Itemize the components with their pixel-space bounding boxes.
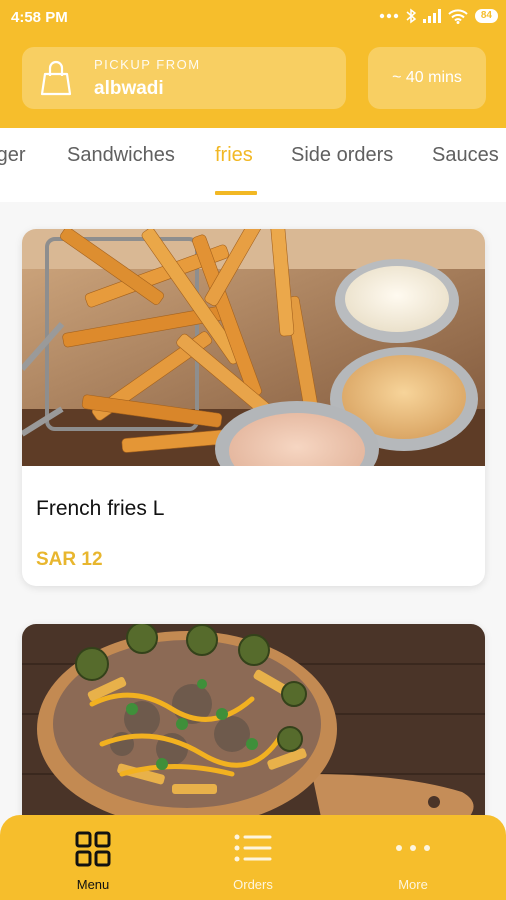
status-bar: 4:58 PM 84: [0, 0, 506, 36]
pickup-selector[interactable]: PICKUP FROM albwadi: [22, 47, 346, 109]
nav-label: Menu: [76, 877, 110, 892]
nav-label: Orders: [233, 877, 273, 892]
pickup-label: PICKUP FROM: [94, 57, 201, 72]
signal-icon: [422, 9, 441, 23]
product-card[interactable]: French fries L SAR 12: [22, 229, 485, 586]
wifi-icon: [448, 8, 468, 24]
nav-label: More: [398, 877, 428, 892]
product-image: [22, 624, 485, 834]
tab-sandwiches[interactable]: Sandwiches: [67, 144, 175, 167]
product-name: French fries L: [36, 497, 165, 520]
nav-more[interactable]: More: [329, 815, 497, 900]
eta-label: ~ 40 mins: [392, 69, 462, 86]
active-tab-indicator: [215, 191, 257, 195]
shopping-bag-icon: [40, 60, 72, 96]
status-icons: 84: [379, 8, 498, 24]
status-time: 4:58 PM: [11, 9, 68, 26]
eta-badge[interactable]: ~ 40 mins: [368, 47, 486, 109]
product-card[interactable]: [22, 624, 485, 834]
header: PICKUP FROM albwadi ~ 40 mins: [0, 36, 506, 128]
bluetooth-icon: [406, 8, 416, 24]
dots-icon: [379, 13, 399, 19]
tab-sauces[interactable]: Sauces: [432, 144, 499, 167]
nav-menu[interactable]: Menu: [9, 815, 177, 900]
grid-icon: [75, 831, 111, 867]
product-image: [22, 229, 485, 466]
tab-burger[interactable]: rger: [0, 144, 26, 167]
more-dots-icon: [396, 845, 430, 851]
tab-side-orders[interactable]: Side orders: [291, 144, 393, 167]
list-icon: [234, 834, 272, 862]
category-tabs: rger Sandwiches fries Side orders Sauces: [0, 128, 506, 202]
battery-icon: 84: [474, 9, 498, 23]
tab-fries[interactable]: fries: [215, 144, 253, 167]
pickup-branch: albwadi: [94, 78, 164, 99]
bottom-navigation: Menu Orders More: [0, 815, 506, 900]
product-price: SAR 12: [36, 549, 103, 570]
nav-orders[interactable]: Orders: [169, 815, 337, 900]
